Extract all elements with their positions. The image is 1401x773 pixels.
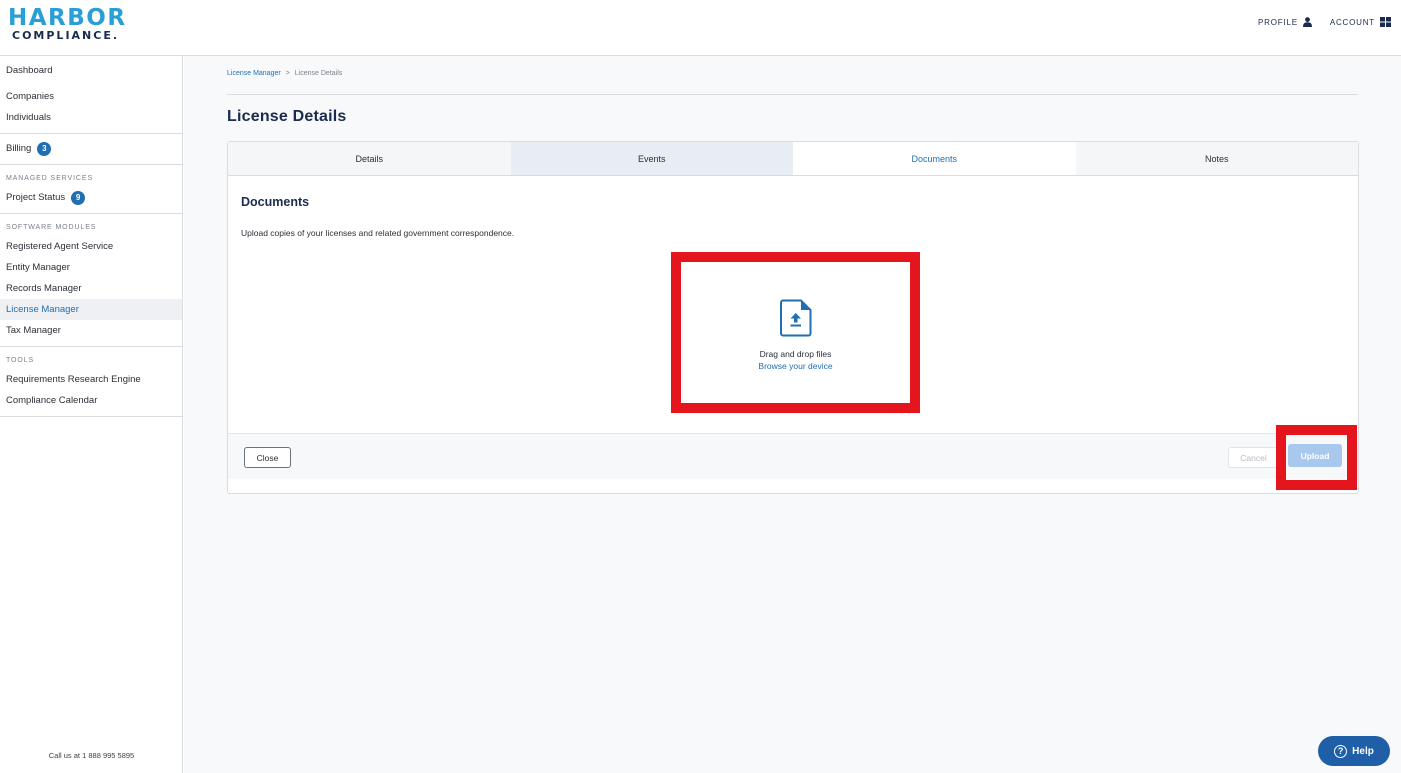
- sidebar-item-label: Project Status: [6, 192, 66, 203]
- header-links: PROFILE ACCOUNT: [1258, 17, 1391, 27]
- sidebar-item-requirements-engine[interactable]: Requirements Research Engine: [0, 369, 182, 390]
- sidebar-item-companies[interactable]: Companies: [0, 86, 182, 107]
- logo-wordmark-top: HARBOR: [8, 5, 127, 31]
- top-header: HARBOR COMPLIANCE. PROFILE ACCOUNT: [0, 0, 1401, 56]
- breadcrumb-divider: [227, 94, 1358, 95]
- file-upload-icon: [779, 299, 811, 337]
- sidebar-item-billing[interactable]: Billing 3: [0, 138, 182, 159]
- sidebar-item-individuals[interactable]: Individuals: [0, 107, 182, 128]
- project-status-count-badge: 9: [71, 190, 86, 205]
- sidebar-item-registered-agent[interactable]: Registered Agent Service: [0, 236, 182, 257]
- section-heading-software-modules: SOFTWARE MODULES: [6, 224, 97, 231]
- help-label: Help: [1352, 745, 1374, 757]
- call-us-text: Call us at 1 888 995 5895: [48, 751, 135, 760]
- sidebar-item-dashboard[interactable]: Dashboard: [0, 60, 182, 81]
- grid-icon: [1380, 17, 1391, 27]
- close-button[interactable]: Close: [244, 447, 291, 468]
- tab-details[interactable]: Details: [228, 142, 511, 175]
- nav-group-managed-services: MANAGED SERVICES Project Status 9: [0, 165, 182, 214]
- sidebar: Dashboard Companies Individuals Billing …: [0, 56, 183, 773]
- section-heading-tools: TOOLS: [6, 357, 35, 364]
- sidebar-item-entity-manager[interactable]: Entity Manager: [0, 257, 182, 278]
- page-title: License Details: [227, 108, 347, 125]
- logo-wordmark-bottom: COMPLIANCE.: [12, 29, 120, 42]
- sidebar-item-compliance-calendar[interactable]: Compliance Calendar: [0, 390, 182, 411]
- documents-description: Upload copies of your licenses and relat…: [241, 228, 515, 238]
- tab-bar: Details Events Documents Notes: [228, 142, 1358, 176]
- account-label: ACCOUNT: [1329, 17, 1375, 27]
- upload-button[interactable]: Upload: [1288, 444, 1342, 467]
- license-details-card: Details Events Documents Notes Documents…: [227, 141, 1359, 494]
- account-link[interactable]: ACCOUNT: [1330, 17, 1391, 27]
- card-footer: Close Cancel: [228, 433, 1358, 479]
- section-heading-managed-services: MANAGED SERVICES: [6, 175, 94, 182]
- harbor-compliance-logo[interactable]: HARBOR COMPLIANCE.: [8, 6, 127, 42]
- tab-events[interactable]: Events: [510, 142, 793, 175]
- nav-group-software-modules: SOFTWARE MODULES Registered Agent Servic…: [0, 214, 182, 347]
- user-icon: [1302, 17, 1312, 27]
- cancel-button[interactable]: Cancel: [1228, 447, 1279, 468]
- tab-notes[interactable]: Notes: [1075, 142, 1358, 175]
- drag-drop-text: Drag and drop files: [759, 349, 832, 359]
- profile-label: PROFILE: [1258, 17, 1298, 27]
- breadcrumb-license-manager[interactable]: License Manager: [227, 70, 281, 77]
- help-button[interactable]: ? Help: [1318, 736, 1390, 766]
- sidebar-item-tax-manager[interactable]: Tax Manager: [0, 320, 182, 341]
- billing-count-badge: 3: [37, 141, 52, 156]
- breadcrumb-current: License Details: [294, 70, 343, 77]
- nav-group-tools: TOOLS Requirements Research Engine Compl…: [0, 347, 182, 417]
- tab-documents[interactable]: Documents: [793, 142, 1076, 175]
- file-dropzone[interactable]: Drag and drop files Browse your device: [681, 262, 910, 403]
- question-icon: ?: [1334, 744, 1348, 758]
- sidebar-item-license-manager[interactable]: License Manager: [0, 299, 182, 320]
- breadcrumb: License Manager > License Details: [227, 70, 342, 77]
- nav-group-main: Dashboard Companies Individuals: [0, 56, 182, 134]
- nav-group-billing: Billing 3: [0, 134, 182, 165]
- main-content: License Manager > License Details Licens…: [184, 56, 1401, 773]
- sidebar-item-project-status[interactable]: Project Status 9: [0, 187, 182, 208]
- sidebar-item-label: Billing: [6, 143, 32, 154]
- documents-section-title: Documents: [241, 195, 310, 209]
- sidebar-item-records-manager[interactable]: Records Manager: [0, 278, 182, 299]
- profile-link[interactable]: PROFILE: [1258, 17, 1312, 27]
- breadcrumb-separator: >: [285, 70, 290, 77]
- browse-device-link[interactable]: Browse your device: [758, 361, 832, 371]
